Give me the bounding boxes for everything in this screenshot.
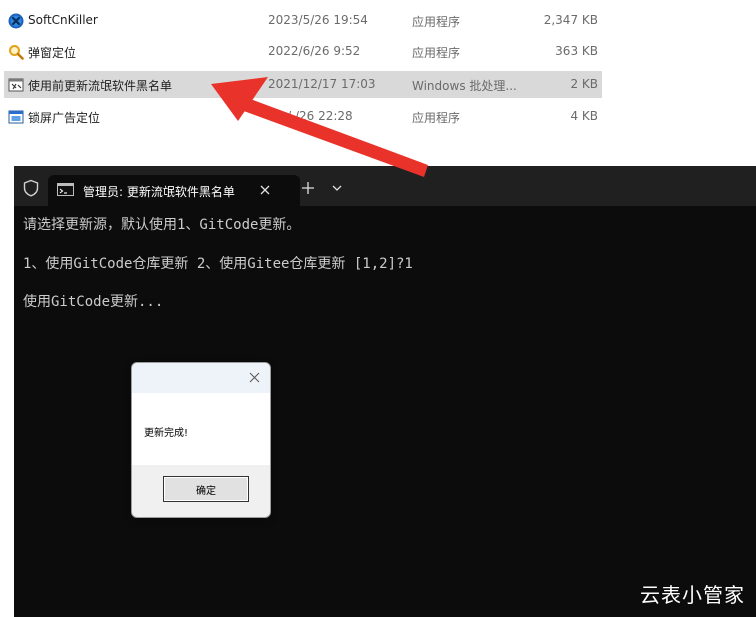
watermark-text: 云表小管家 bbox=[640, 583, 745, 607]
terminal-line: 请选择更新源，默认使用1、GitCode更新。 bbox=[23, 217, 301, 233]
close-icon[interactable] bbox=[248, 371, 261, 384]
file-row-softcnkiller[interactable]: SoftCnKiller 2023/5/26 19:54 应用程序 2,347 … bbox=[4, 7, 602, 34]
window-app-icon bbox=[8, 110, 24, 124]
chevron-down-icon[interactable] bbox=[330, 182, 344, 194]
terminal-tab-title: 管理员: 更新流氓软件黑名单 bbox=[83, 185, 235, 199]
softcnkiller-app-icon bbox=[8, 13, 24, 29]
cmd-icon bbox=[57, 183, 74, 196]
file-name: 锁屏广告定位 bbox=[28, 111, 101, 125]
dialog-body: 更新完成! bbox=[132, 393, 270, 465]
file-size: 2 KB bbox=[570, 77, 598, 91]
dialog-titlebar[interactable] bbox=[132, 363, 270, 393]
file-date: 2023/5/26 19:54 bbox=[268, 13, 368, 27]
terminal-window[interactable]: 管理员: 更新流氓软件黑名单 请选择更新源，默认使用1、GitCode更新。 1… bbox=[14, 166, 756, 617]
batch-file-icon bbox=[8, 78, 24, 92]
file-type: 应用程序 bbox=[412, 111, 461, 125]
magnifier-app-icon bbox=[9, 45, 24, 60]
file-size: 2,347 KB bbox=[543, 13, 598, 27]
ok-button[interactable]: 确定 bbox=[163, 476, 249, 502]
terminal-tab-active[interactable]: 管理员: 更新流氓软件黑名单 bbox=[48, 175, 300, 206]
terminal-line: 使用GitCode更新... bbox=[23, 294, 164, 310]
file-size: 363 KB bbox=[555, 44, 598, 58]
dialog-message: 更新完成! bbox=[144, 428, 189, 439]
update-complete-dialog[interactable]: 更新完成! 确定 bbox=[131, 362, 271, 518]
file-row-popup-locate[interactable]: 弹窗定位 2022/6/26 9:52 应用程序 363 KB bbox=[4, 38, 602, 65]
file-name: 使用前更新流氓软件黑名单 bbox=[28, 79, 173, 93]
file-type: 应用程序 bbox=[412, 15, 461, 29]
file-name: SoftCnKiller bbox=[28, 13, 98, 27]
close-icon[interactable] bbox=[258, 183, 272, 197]
file-row-update-blacklist[interactable]: 使用前更新流氓软件黑名单 2021/12/17 17:03 Windows 批处… bbox=[4, 71, 602, 98]
file-name: 弹窗定位 bbox=[28, 46, 77, 60]
file-size: 4 KB bbox=[570, 109, 598, 123]
shield-icon[interactable] bbox=[22, 179, 40, 197]
terminal-line: 1、使用GitCode仓库更新 2、使用Gitee仓库更新 [1,2]?1 bbox=[23, 256, 413, 272]
file-date: 20 / /26 22:28 bbox=[268, 109, 353, 123]
terminal-titlebar[interactable]: 管理员: 更新流氓软件黑名单 bbox=[14, 166, 756, 206]
file-row-lockscreen-ad-locate[interactable]: 锁屏广告定位 20 / /26 22:28 应用程序 4 KB bbox=[4, 103, 602, 130]
file-list: SoftCnKiller 2023/5/26 19:54 应用程序 2,347 … bbox=[0, 7, 756, 131]
file-type: 应用程序 bbox=[412, 46, 461, 60]
file-date: 2021/12/17 17:03 bbox=[268, 77, 376, 91]
file-date: 2022/6/26 9:52 bbox=[268, 44, 361, 58]
plus-icon[interactable] bbox=[300, 180, 316, 196]
file-type: Windows 批处理... bbox=[412, 79, 517, 93]
